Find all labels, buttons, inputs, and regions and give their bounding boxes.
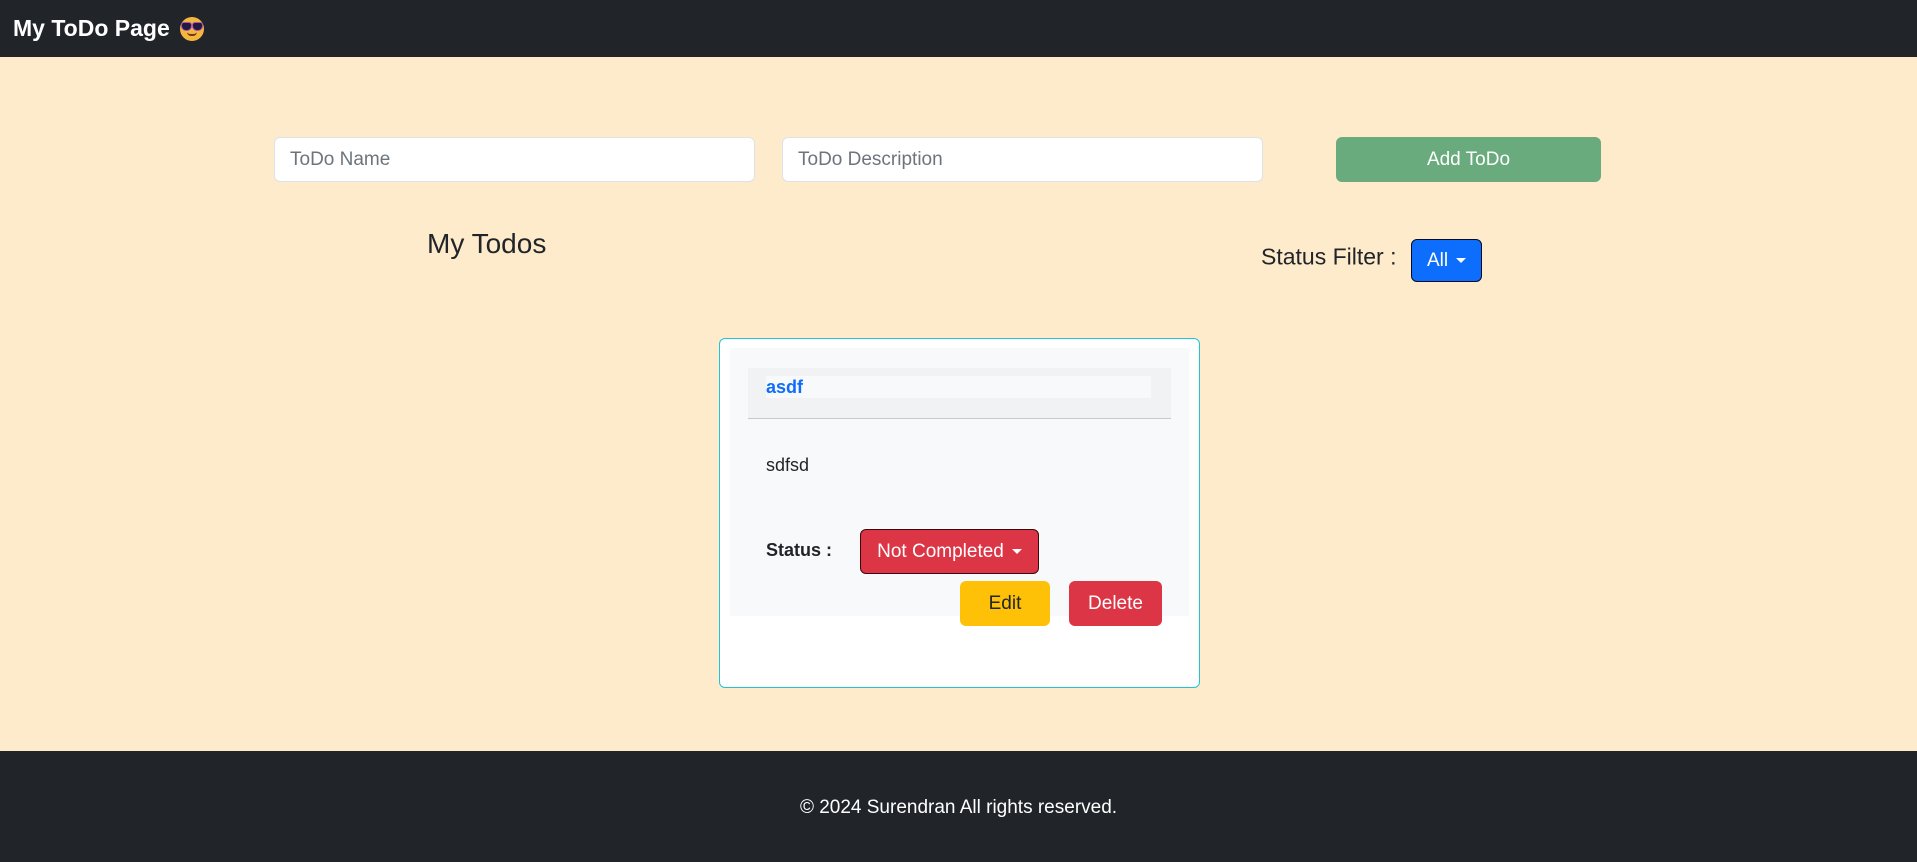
todos-heading: My Todos: [427, 228, 547, 259]
todo-card-body: asdf sdfsd Status : Not Completed: [730, 348, 1189, 616]
todo-status-label: Status :: [766, 540, 833, 560]
navbar-brand[interactable]: My ToDo Page: [13, 15, 204, 42]
status-filter-value: All: [1426, 249, 1449, 271]
status-filter-label: Status Filter :: [1261, 243, 1397, 270]
todo-card: asdf sdfsd Status : Not Completed Edit D…: [719, 338, 1200, 688]
footer: © 2024 Surendran All rights reserved.: [0, 751, 1917, 862]
todo-name-input[interactable]: [274, 137, 755, 182]
todo-status-dropdown[interactable]: Not Completed: [860, 529, 1039, 574]
caret-down-icon: [1011, 549, 1022, 554]
delete-button[interactable]: Delete: [1069, 581, 1162, 626]
edit-button[interactable]: Edit: [960, 581, 1050, 626]
caret-down-icon: [1456, 258, 1467, 263]
navbar: My ToDo Page: [0, 0, 1917, 57]
sunglasses-emoji-icon: [179, 16, 204, 41]
todo-title-box: asdf: [766, 376, 1151, 398]
todo-description-input[interactable]: [782, 137, 1263, 182]
main-content: Add ToDo My Todos Status Filter : All as…: [0, 57, 1917, 751]
footer-copyright: © 2024 Surendran All rights reserved.: [799, 797, 1118, 818]
todo-status-value: Not Completed: [877, 540, 1004, 562]
add-todo-button[interactable]: Add ToDo: [1336, 137, 1601, 182]
todo-description: sdfsd: [766, 455, 810, 475]
brand-text: My ToDo Page: [13, 15, 170, 41]
todo-card-header: asdf: [748, 368, 1171, 419]
todo-title: asdf: [766, 377, 804, 397]
status-filter-dropdown[interactable]: All: [1411, 239, 1482, 282]
